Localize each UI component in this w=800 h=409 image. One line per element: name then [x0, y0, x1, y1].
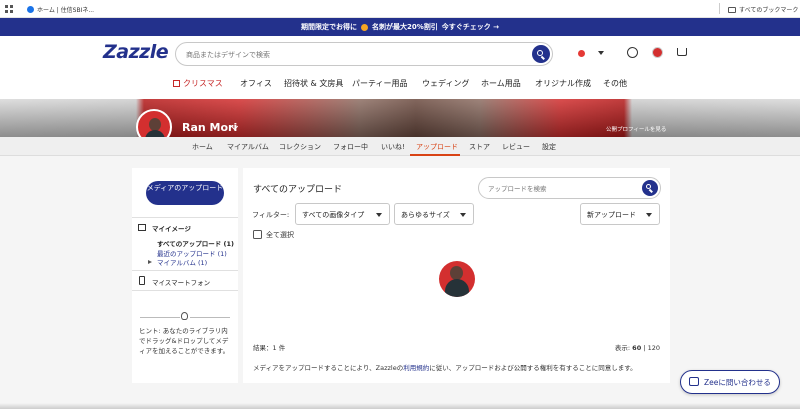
uploads-panel: すべてのアップロード フィルター: すべての画像タイプ あらゆるサイズ 新アップ… — [243, 168, 670, 383]
japan-flag-icon[interactable] — [578, 50, 585, 57]
all-bookmarks-button[interactable]: すべてのブックマーク — [728, 5, 798, 14]
nav-item-label: クリスマス — [183, 79, 223, 88]
legal-text-after: に従い、アップロードおよび公開する権利を有することに同意します。 — [429, 364, 637, 372]
expand-triangle-icon[interactable] — [148, 260, 152, 264]
sidebar-all-uploads[interactable]: すべてのアップロード (1) — [157, 238, 234, 248]
sort-dropdown[interactable]: 新アップロード — [580, 203, 660, 225]
tab-following[interactable]: フォロー中 — [333, 142, 368, 152]
uploads-sidebar: メディアのアップロード マイイメージ すべてのアップロード (1) 最近のアップ… — [132, 168, 238, 383]
site-search-input[interactable] — [186, 48, 516, 61]
tab-store[interactable]: ストア — [469, 142, 490, 152]
nav-item-invitations[interactable]: 招待状 & 文房具 — [284, 78, 343, 89]
show-60-option[interactable]: 60 — [632, 344, 641, 352]
nav-item-home[interactable]: ホーム用品 — [481, 78, 521, 89]
cart-icon[interactable] — [677, 48, 687, 56]
ask-zee-button[interactable]: Zeeに問い合わせる — [680, 370, 780, 394]
ask-zee-label: Zeeに問い合わせる — [704, 378, 771, 387]
upload-terms-notice: メディアをアップロードすることにより、Zazzleの利用規約に従い、アップロード… — [253, 362, 637, 372]
all-bookmarks-label: すべてのブックマーク — [739, 7, 799, 14]
sidebar-divider — [132, 270, 238, 271]
tab-collections[interactable]: コレクション — [279, 142, 321, 152]
promo-cta-link[interactable]: 今すぐチェック → — [442, 22, 499, 32]
filter-label: フィルター: — [252, 211, 290, 219]
account-avatar-icon[interactable] — [652, 47, 663, 58]
hint-divider-right — [190, 317, 230, 318]
uploads-search-input[interactable] — [488, 183, 638, 194]
sort-value: 新アップロード — [587, 211, 636, 219]
nav-item-party[interactable]: パーティー用品 — [352, 78, 408, 89]
image-icon — [138, 224, 146, 231]
select-all-checkbox[interactable] — [253, 230, 262, 239]
gift-icon — [173, 80, 180, 87]
chat-bubble-icon — [689, 377, 699, 386]
promo-text-before: 期間限定でお得に — [300, 23, 357, 31]
page-title: すべてのアップロード — [253, 185, 343, 195]
promo-text-middle: 名刺が最大20%割引 — [371, 23, 438, 31]
profile-cover-image — [0, 99, 800, 137]
show-label: 表示: — [614, 344, 631, 352]
uploads-search-button[interactable] — [642, 180, 658, 196]
public-profile-link[interactable]: 公開プロフィールを見る — [606, 125, 666, 133]
nav-item-more[interactable]: その他 — [603, 78, 627, 89]
upload-media-button[interactable]: メディアのアップロード — [146, 181, 224, 205]
search-icon — [646, 184, 654, 193]
terms-of-use-link[interactable]: 利用規約 — [403, 364, 429, 372]
tab-home[interactable]: ホーム — [192, 142, 213, 152]
caret-down-icon — [460, 213, 466, 217]
bookmark-sbi-bank[interactable]: ホーム | 住信SBIネ... — [27, 5, 94, 14]
show-separator: | — [643, 344, 646, 352]
bank-favicon-icon — [27, 6, 34, 13]
result-count: 結果：1 件 — [253, 344, 286, 352]
lightbulb-icon — [181, 312, 188, 320]
size-value: あらゆるサイズ — [401, 211, 450, 219]
bookmarks-divider — [719, 3, 720, 14]
uploaded-image-thumbnail[interactable] — [439, 261, 475, 297]
sidebar-divider — [132, 290, 238, 291]
profile-tabs: ホーム マイアルバム コレクション フォロー中 いいね! アップロード ストア … — [0, 137, 800, 156]
profile-name[interactable]: Ran Mori — [182, 121, 237, 134]
nav-item-office[interactable]: オフィス — [240, 78, 272, 89]
image-type-dropdown[interactable]: すべての画像タイプ — [295, 203, 390, 225]
folder-icon — [728, 6, 736, 13]
tab-uploads[interactable]: アップロード — [416, 142, 458, 152]
tab-settings[interactable]: 設定 — [542, 142, 556, 152]
clock-icon — [360, 23, 368, 31]
page-bottom-shadow — [0, 403, 800, 409]
chevron-down-icon[interactable] — [598, 51, 604, 55]
page-size-selector: 表示: 60 | 120 — [615, 342, 660, 352]
zazzle-logo[interactable]: Zazzle — [103, 41, 169, 63]
nav-item-christmas[interactable]: クリスマス — [173, 78, 223, 89]
nav-item-create[interactable]: オリジナル作成 — [535, 78, 591, 89]
smartphone-icon — [139, 276, 145, 285]
tab-likes[interactable]: いいね! — [381, 142, 405, 152]
chat-icon[interactable] — [627, 47, 638, 58]
site-search-button[interactable] — [532, 45, 550, 63]
size-dropdown[interactable]: あらゆるサイズ — [394, 203, 474, 225]
legal-text-before: メディアをアップロードすることにより、Zazzleの — [253, 364, 404, 372]
drag-drop-hint: ヒント: あなたのライブラリ内でドラッグ&ドロップしてメディアを加えることができ… — [139, 327, 230, 355]
site-header: Zazzle — [0, 36, 800, 73]
nav-item-wedding[interactable]: ウェディング — [422, 78, 469, 89]
sidebar-smartphone[interactable]: マイスマートフォン — [152, 277, 210, 287]
caret-down-icon — [376, 213, 382, 217]
select-all-label[interactable]: 全て選択 — [266, 230, 294, 240]
image-type-value: すべての画像タイプ — [302, 211, 365, 219]
search-icon — [537, 50, 546, 60]
caret-down-icon — [646, 213, 652, 217]
category-nav: クリスマス オフィス 招待状 & 文房具 パーティー用品 ウェディング ホーム用… — [0, 73, 800, 95]
apps-grid-icon[interactable] — [5, 5, 13, 13]
tab-reviews[interactable]: レビュー — [502, 142, 530, 152]
site-search-box — [175, 42, 553, 66]
tab-my-albums[interactable]: マイアルバム — [227, 142, 269, 152]
uploads-search-box — [478, 177, 661, 199]
sidebar-my-albums[interactable]: マイアルバム (1) — [157, 257, 207, 267]
bookmark-label: ホーム | 住信SBIネ... — [37, 7, 95, 14]
hint-divider-left — [140, 317, 180, 318]
promo-banner[interactable]: 期間限定でお得に 名刺が最大20%割引 今すぐチェック → — [0, 18, 800, 36]
bookmarks-bar: ホーム | 住信SBIネ... すべてのブックマーク — [0, 0, 800, 18]
sidebar-my-images[interactable]: マイイメージ — [152, 223, 191, 233]
show-120-option[interactable]: 120 — [648, 344, 660, 352]
sidebar-divider — [132, 217, 238, 218]
